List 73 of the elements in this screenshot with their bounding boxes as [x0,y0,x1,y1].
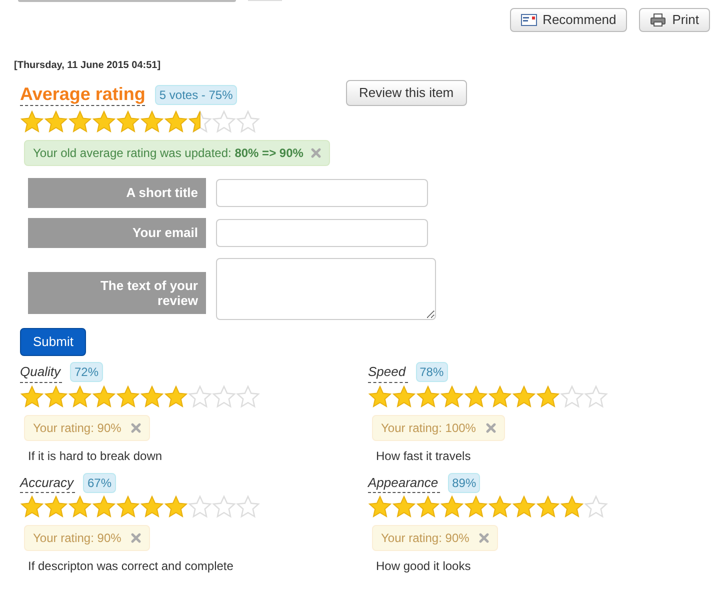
filled-star-icon[interactable] [44,384,68,408]
filled-star-icon[interactable] [140,495,164,519]
notice-text: Your old average rating was updated: 80% => 90% [33,145,304,162]
filled-star-icon[interactable] [44,110,68,134]
section-title: Average rating [20,83,146,106]
text-area[interactable] [216,258,436,320]
recommend-button[interactable]: Recommend [510,8,628,32]
close-icon[interactable] [131,533,142,543]
filled-star-icon[interactable] [560,495,584,519]
criterion-name: Accuracy [20,472,76,493]
filled-star-icon[interactable] [44,495,68,519]
criterion-description: How good it looks [376,558,471,575]
filled-star-icon[interactable] [392,384,416,408]
filled-star-icon[interactable] [116,495,140,519]
close-icon[interactable] [479,533,490,543]
your-rating-text: Your rating: 100% [381,420,476,436]
filled-star-icon[interactable] [116,110,140,134]
criterion-name: Speed [368,362,408,382]
percent-badge: 89% [448,472,480,493]
filled-star-icon[interactable] [440,384,464,408]
filled-star-icon[interactable] [512,495,536,519]
filled-star-icon[interactable] [164,495,188,519]
filled-star-icon[interactable] [20,495,44,519]
filled-star-icon[interactable] [140,110,164,134]
filled-star-icon[interactable] [92,384,116,408]
filled-star-icon[interactable] [536,495,560,519]
votes-badge: 5 votes - 75% [155,84,237,104]
close-icon[interactable] [311,148,322,158]
criterion-description: If it is hard to break down [28,448,162,464]
filled-star-icon[interactable] [536,384,560,408]
criterion-description: How fast it travels [376,448,471,464]
filled-star-icon[interactable] [416,495,440,519]
your-rating-text: Your rating: 90% [33,420,122,436]
filled-star-icon[interactable] [368,495,392,519]
field-label: Your email [28,218,206,248]
criterion-description: If descripton was correct and complete [28,558,234,575]
filled-star-icon[interactable] [464,384,488,408]
submit-button[interactable]: Submit [20,328,86,356]
filled-star-icon[interactable] [164,384,188,408]
filled-star-icon[interactable] [92,495,116,519]
filled-star-icon[interactable] [464,495,488,519]
field-label: The text of your review [28,272,206,314]
filled-star-icon[interactable] [440,495,464,519]
filled-star-icon[interactable] [20,110,44,134]
criterion-name: Quality [20,362,62,382]
close-icon[interactable] [131,422,142,432]
your-rating-text: Your rating: 90% [381,530,470,547]
print-button[interactable]: Print [639,8,710,32]
filled-star-icon[interactable] [116,384,140,408]
date-text: [Thursday, 11 June 2015 04:51] [14,59,161,73]
percent-badge: 72% [70,362,102,382]
criterion-name: Appearance [368,472,440,493]
envelope-icon [520,14,537,26]
filled-star-icon[interactable] [368,384,392,408]
filled-star-icon[interactable] [68,384,92,408]
filled-star-icon[interactable] [68,110,92,134]
half-star-icon[interactable] [188,110,212,134]
filled-star-icon[interactable] [92,110,116,134]
filled-star-icon[interactable] [488,495,512,519]
filled-star-icon[interactable] [20,384,44,408]
filled-star-icon[interactable] [512,384,536,408]
filled-star-icon[interactable] [488,384,512,408]
filled-star-icon[interactable] [140,384,164,408]
review-button[interactable]: Review this item [346,80,467,106]
your-rating-text: Your rating: 90% [33,530,122,547]
field-label: A short title [28,178,206,208]
close-icon[interactable] [486,422,496,432]
filled-star-icon[interactable] [416,384,440,408]
filled-star-icon[interactable] [68,495,92,519]
percent-badge: 78% [416,362,448,382]
printer-icon [650,13,666,27]
percent-badge: 67% [83,472,116,493]
filled-star-icon[interactable] [392,495,416,519]
